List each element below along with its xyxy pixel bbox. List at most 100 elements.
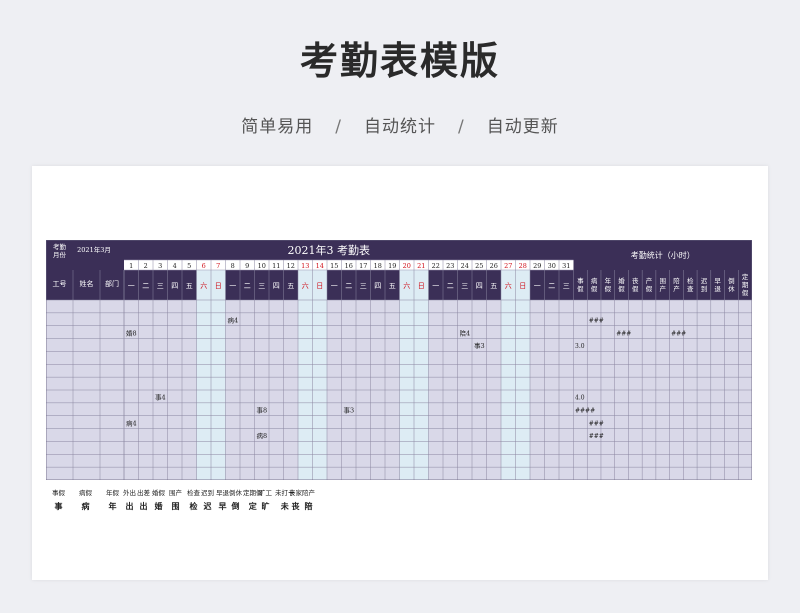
legend-item-symbol: 出 bbox=[125, 501, 134, 511]
day-number: 18 bbox=[374, 262, 382, 270]
stat-value: ### bbox=[589, 420, 604, 427]
day-number: 13 bbox=[301, 262, 309, 270]
day-number: 24 bbox=[461, 262, 469, 270]
weekend-column bbox=[399, 270, 414, 480]
legend-item-symbol: 事 bbox=[54, 501, 63, 511]
attendance-sheet: 考勤 月份 2021年3月 2021年3 考勤表 考勤统计（小时） 工号 姓名 部门 1 一 2 二 3… bbox=[46, 240, 752, 480]
attendance-mark: 事3 bbox=[344, 406, 355, 415]
legend-item: 年假年 bbox=[106, 487, 119, 512]
weekend-column bbox=[196, 270, 211, 480]
legend-item-symbol: 早 bbox=[218, 501, 227, 511]
legend-item: 外出出 bbox=[123, 487, 136, 512]
stat-header: 年假 bbox=[605, 276, 612, 293]
legend-item-name: 病假 bbox=[79, 489, 92, 497]
legend-item-name: 婚假 bbox=[152, 489, 165, 497]
day-number: 30 bbox=[548, 262, 556, 270]
weekday-label: 五 bbox=[287, 282, 294, 290]
legend-item-name: 陪产 bbox=[302, 489, 315, 497]
weekday-label: 二 bbox=[345, 282, 352, 290]
weekend-column bbox=[414, 270, 429, 480]
legend-item: 出差出 bbox=[137, 487, 150, 512]
day-number: 11 bbox=[272, 262, 280, 270]
stat-value: #### bbox=[575, 408, 595, 415]
day-number: 27 bbox=[504, 262, 512, 270]
stat-header: 婚假 bbox=[618, 276, 625, 293]
legend-item-symbol: 旷 bbox=[261, 501, 270, 511]
legend-item-name: 早退 bbox=[216, 489, 229, 497]
legend-item-symbol: 倒 bbox=[231, 501, 240, 511]
page-title: 考勤表模版 bbox=[299, 39, 500, 83]
weekday-label: 一 bbox=[128, 282, 135, 290]
stat-header: 早退 bbox=[714, 277, 721, 293]
weekday-label: 五 bbox=[186, 282, 193, 290]
legend-item: 早退早 bbox=[216, 487, 229, 512]
legend-item: 事假事 bbox=[52, 487, 65, 512]
day-number: 15 bbox=[330, 262, 338, 270]
month-label: 考勤 bbox=[53, 242, 67, 251]
attendance-mark: 陪4 bbox=[460, 328, 471, 337]
attendance-mark: 事4 bbox=[155, 393, 166, 402]
weekday-label: 日 bbox=[519, 282, 526, 290]
weekday-label: 二 bbox=[244, 282, 251, 290]
weekday-label: 六 bbox=[302, 281, 309, 290]
subtitle-separator: / bbox=[458, 117, 465, 137]
legend-item-name: 检查 bbox=[187, 489, 200, 497]
subtitle-separator: / bbox=[335, 117, 342, 137]
legend: 事假事病假病年假年外出出出差出婚假婚围产围检查检迟到迟早退早倒休倒定期假定旷工旷… bbox=[46, 487, 346, 511]
legend-item-symbol: 检 bbox=[189, 501, 198, 511]
stat-header: 事假 bbox=[577, 276, 584, 293]
weekday-label: 四 bbox=[171, 282, 178, 290]
day-number: 19 bbox=[388, 262, 396, 270]
subtitle-item-stats: 自动统计 bbox=[364, 117, 436, 137]
weekday-label: 日 bbox=[418, 282, 425, 290]
attendance-mark: 病8 bbox=[257, 431, 268, 440]
legend-item: 病假病 bbox=[79, 487, 92, 512]
stat-header: 陪产 bbox=[673, 276, 680, 293]
month-label: 月份 bbox=[53, 250, 67, 259]
weekday-label: 六 bbox=[505, 281, 512, 290]
legend-item-symbol: 病 bbox=[81, 501, 90, 511]
legend-item-symbol: 年 bbox=[108, 501, 117, 511]
stat-header: 围产 bbox=[660, 277, 667, 293]
stat-header: 丧假 bbox=[632, 277, 639, 293]
weekday-label: 四 bbox=[374, 282, 381, 290]
page-subtitle: 简单易用 / 自动统计 / 自动更新 bbox=[0, 112, 800, 137]
day-number: 9 bbox=[245, 262, 249, 270]
weekday-label: 三 bbox=[157, 282, 164, 290]
legend-item-name: 事假 bbox=[52, 489, 65, 497]
weekday-label: 六 bbox=[200, 281, 207, 290]
stat-value: ### bbox=[589, 433, 604, 440]
weekday-label: 四 bbox=[273, 282, 280, 290]
legend-item: 检查检 bbox=[187, 487, 200, 512]
weekend-column bbox=[501, 270, 516, 480]
weekday-label: 五 bbox=[490, 282, 497, 290]
legend-item-name: 迟到 bbox=[201, 489, 214, 497]
attendance-grid: 考勤月份 2021年3月 2021年3 考勤表 考勤统计（小时） 工号 姓名 部门 1 一 2 二 3… bbox=[46, 240, 752, 480]
weekday-label: 三 bbox=[360, 282, 367, 290]
legend-item-name: 丧家 bbox=[289, 489, 302, 497]
stat-header: 定期假 bbox=[742, 272, 749, 297]
day-number: 20 bbox=[403, 262, 411, 270]
day-number: 16 bbox=[345, 262, 353, 270]
col-header-id: 工号 bbox=[53, 280, 67, 288]
legend-item-name: 倒休 bbox=[229, 489, 242, 497]
day-number: 17 bbox=[359, 262, 367, 270]
day-number: 10 bbox=[258, 262, 266, 270]
stat-value: 3.0 bbox=[575, 343, 585, 350]
day-number: 26 bbox=[490, 262, 498, 270]
legend-item: 丧家丧 bbox=[289, 487, 302, 512]
weekday-label: 三 bbox=[258, 282, 265, 290]
stats-title: 考勤统计（小时） bbox=[631, 250, 695, 260]
legend-item-symbol: 迟 bbox=[203, 501, 212, 511]
day-number: 12 bbox=[287, 262, 295, 270]
weekday-label: 六 bbox=[403, 281, 410, 290]
stat-header: 产假 bbox=[646, 276, 653, 293]
subtitle-item-easy: 简单易用 bbox=[241, 117, 314, 137]
sheet-title: 2021年3 考勤表 bbox=[288, 243, 371, 257]
legend-item-name: 外出 bbox=[123, 489, 136, 497]
day-number: 6 bbox=[202, 262, 206, 270]
weekday-label: 一 bbox=[229, 282, 236, 290]
attendance-mark: 病4 bbox=[126, 418, 137, 427]
legend-item: 迟到迟 bbox=[201, 487, 214, 512]
day-number: 14 bbox=[316, 262, 324, 270]
